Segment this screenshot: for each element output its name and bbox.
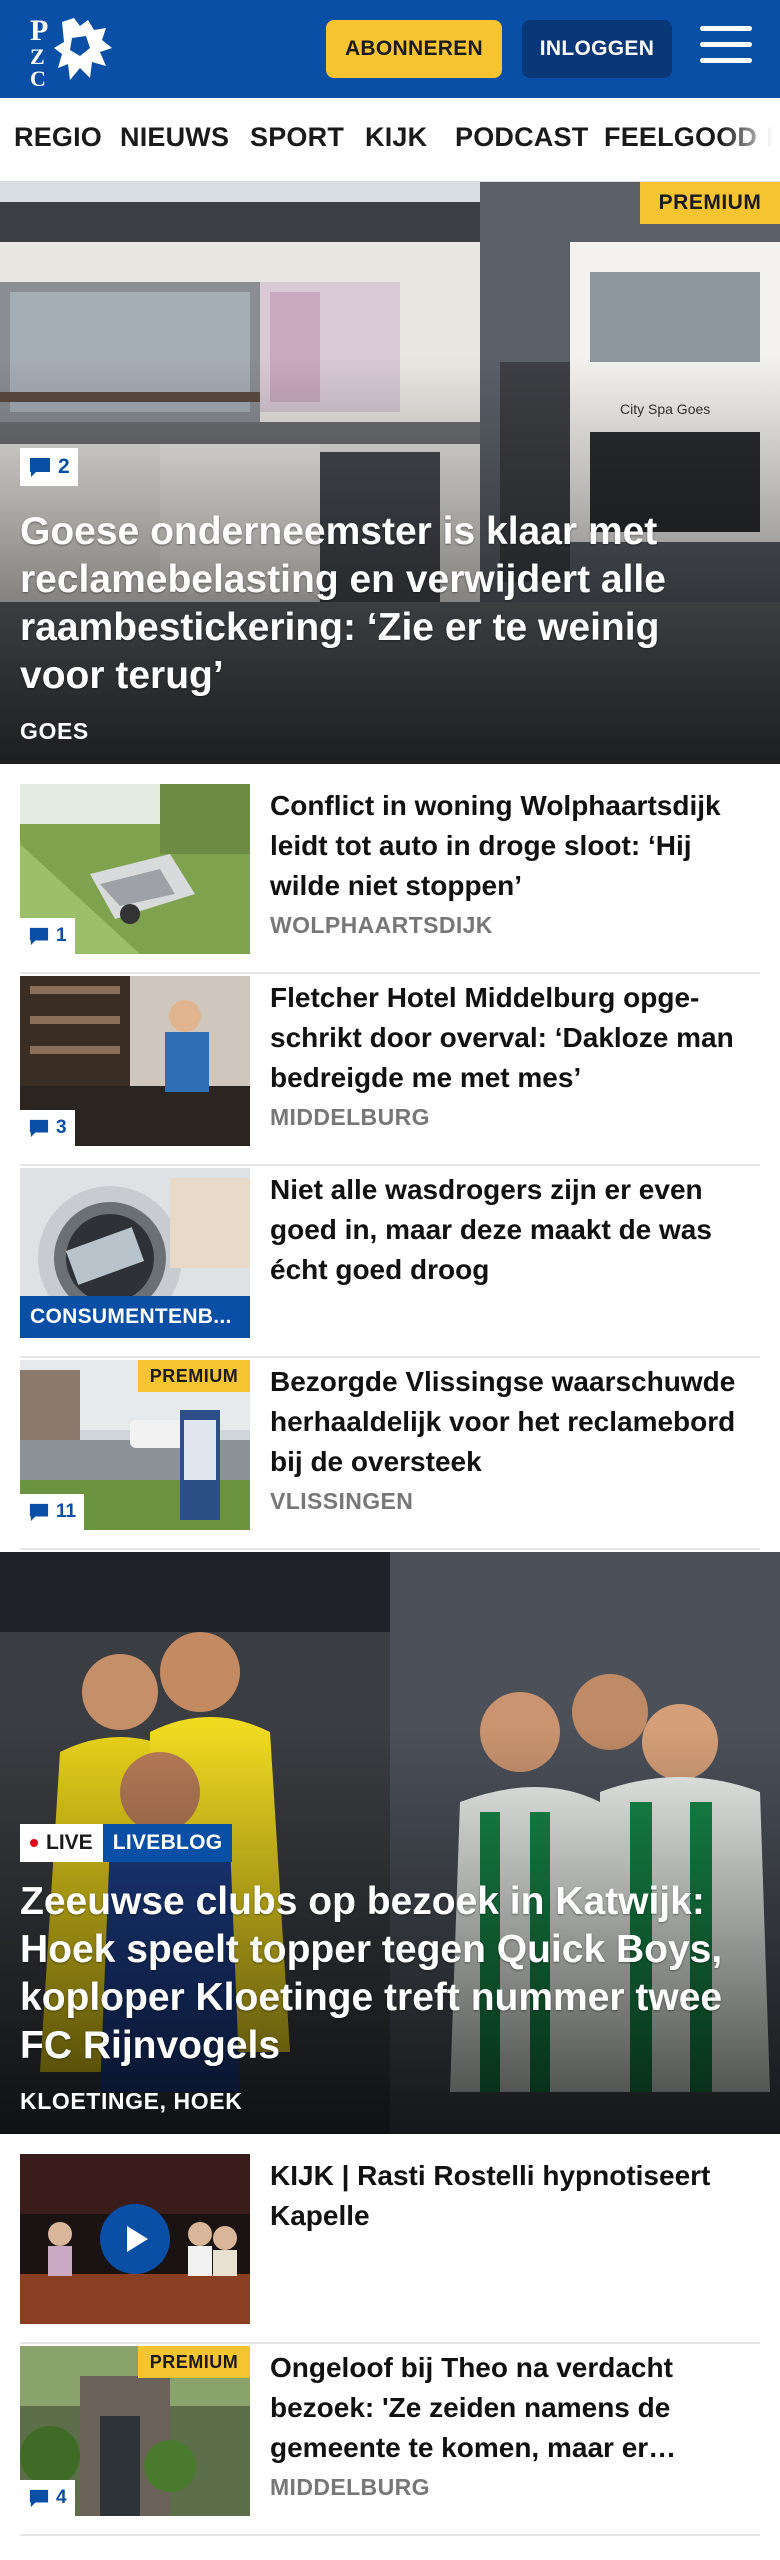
hero-location: KLOETINGE, HOEK: [20, 2088, 243, 2114]
category-label[interactable]: CONSUMENTENB...: [20, 1296, 250, 1338]
article-title[interactable]: Fletcher Hotel Middelburg opge­schrikt d…: [270, 978, 760, 1098]
thumb-hypnosis-stage: [20, 2154, 250, 2324]
comment-count-badge[interactable]: 1: [20, 918, 75, 954]
login-button[interactable]: INLOGGEN: [522, 20, 672, 78]
comment-count: 11: [56, 1501, 77, 1522]
comment-count-badge[interactable]: 4: [20, 2480, 75, 2516]
comment-count: 2: [58, 455, 70, 478]
premium-badge: PREMIUM: [138, 1360, 250, 1392]
article-title[interactable]: Niet alle wasdrogers zijn er even goed i…: [270, 1170, 760, 1290]
live-badge: LIVE: [20, 1824, 103, 1862]
hero-title[interactable]: Zeeuwse clubs op bezoek in Katwijk: Hoek…: [20, 1878, 740, 2070]
svg-text:C: C: [30, 66, 46, 88]
comment-icon: [29, 1503, 49, 1522]
article-title[interactable]: Bezorgde Vlissingse waarschuw­de herhaal…: [270, 1362, 760, 1482]
comment-icon: [29, 927, 49, 946]
article-location: VLISSINGEN: [270, 1488, 414, 1514]
thumb-billboard: PREMIUM 11: [20, 1360, 250, 1530]
comment-count: 1: [56, 925, 67, 946]
hero-location: GOES: [20, 718, 89, 744]
article-location: MIDDELBURG: [270, 2474, 430, 2500]
nav-item-sport[interactable]: SPORT: [250, 122, 344, 153]
top-header: P Z C ABONNEREN INLOGGEN: [0, 0, 780, 98]
play-icon[interactable]: [100, 2204, 170, 2274]
article-title[interactable]: Ongeloof bij Theo na verdacht bezoek: 'Z…: [270, 2348, 760, 2468]
nav-item-podcast[interactable]: PODCAST: [455, 122, 588, 153]
thumb-dryer: CONSUMENTENB...: [20, 1168, 250, 1338]
subscribe-button[interactable]: ABONNEREN: [326, 20, 502, 78]
list-item[interactable]: 3 Fletcher Hotel Middelburg opge­schrikt…: [20, 976, 760, 1166]
thumb-car-ditch: 1: [20, 784, 250, 954]
comment-count: 3: [56, 1117, 67, 1138]
article-location: WOLPHAARTSDIJK: [270, 912, 493, 938]
comment-count-badge[interactable]: 2: [20, 448, 78, 486]
nav-item-nieuws[interactable]: NIEUWS: [120, 122, 229, 153]
article-location: MIDDELBURG: [270, 1104, 430, 1130]
list-item[interactable]: 1 Conflict in woning Wolphaarts­dijk lei…: [20, 784, 760, 974]
list-item[interactable]: KIJK | Rasti Rostelli hypnotiseert Kapel…: [20, 2154, 760, 2344]
nav-item-kijk[interactable]: KIJK: [365, 122, 427, 153]
article-title[interactable]: Conflict in woning Wolphaarts­dijk leidt…: [270, 786, 760, 906]
list-item[interactable]: PREMIUM 4 Ongeloof bij Theo na verdacht …: [20, 2346, 760, 2536]
list-item[interactable]: CONSUMENTENB... Niet alle wasdrogers zij…: [20, 1168, 760, 1358]
menu-icon[interactable]: [700, 26, 752, 72]
hero-title[interactable]: Goese onderneemster is klaar met reclame…: [20, 508, 740, 700]
hero-article-goes[interactable]: City Spa Goes PREMIUM 2 Goese onderneems…: [0, 182, 780, 764]
thumb-house-door: PREMIUM 4: [20, 2346, 250, 2516]
comment-icon: [29, 1119, 49, 1138]
thumb-hotel-bar: 3: [20, 976, 250, 1146]
live-indicator[interactable]: LIVE LIVEBLOG: [20, 1824, 233, 1862]
list-item[interactable]: PREMIUM 11 Bezorgde Vlissingse waarschuw…: [20, 1360, 760, 1550]
liveblog-badge: LIVEBLOG: [102, 1824, 233, 1862]
comment-count-badge[interactable]: 11: [20, 1494, 85, 1530]
nav-item-regio[interactable]: REGIO: [14, 122, 102, 153]
svg-text:P: P: [30, 14, 48, 47]
section-nav: REGIO NIEUWS SPORT KIJK PODCAST FEELGOOD…: [0, 98, 780, 182]
comment-count-badge[interactable]: 3: [20, 1110, 75, 1146]
pzc-logo[interactable]: P Z C: [26, 12, 116, 91]
premium-badge: PREMIUM: [640, 182, 780, 224]
comment-icon: [29, 2489, 49, 2508]
comment-count: 4: [56, 2487, 67, 2508]
live-label: LIVE: [46, 1831, 93, 1854]
premium-badge: PREMIUM: [138, 2346, 250, 2378]
nav-scroll-fade: [720, 98, 780, 181]
live-dot-icon: [30, 1839, 38, 1847]
comment-icon: [30, 458, 50, 477]
article-title[interactable]: KIJK | Rasti Rostelli hypnotiseert Kapel…: [270, 2156, 760, 2236]
